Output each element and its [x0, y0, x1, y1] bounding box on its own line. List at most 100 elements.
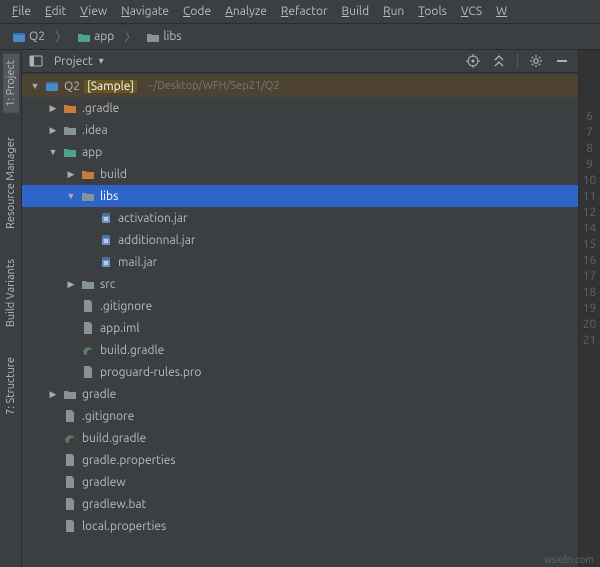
folder-grey-icon [62, 122, 78, 138]
tree-node-mail-jar[interactable]: ▶mail.jar [22, 251, 578, 273]
node-label: src [100, 278, 115, 291]
menu-analyze[interactable]: Analyze [219, 3, 273, 20]
tree-node-build-gradle[interactable]: ▶build.gradle [22, 427, 578, 449]
chevron-right-icon[interactable]: ▶ [46, 123, 60, 137]
chevron-right-icon[interactable]: ▶ [46, 387, 60, 401]
jar-icon [98, 254, 114, 270]
chevron-right-icon[interactable]: ▶ [46, 101, 60, 115]
chevron-down-icon[interactable]: ▼ [28, 79, 42, 93]
node-label: app [82, 146, 102, 159]
chevron-down-icon[interactable]: ▾ [99, 55, 104, 67]
menu-view[interactable]: View [74, 3, 113, 20]
menu-build[interactable]: Build [336, 3, 376, 20]
menu-edit[interactable]: Edit [39, 3, 72, 20]
node-label: .gradle [82, 102, 119, 115]
node-label: app.iml [100, 322, 140, 335]
line-number: 18 [583, 286, 597, 300]
node-label: build [100, 168, 127, 181]
menu-file[interactable]: File [6, 3, 37, 20]
line-number: 8 [586, 142, 593, 156]
chevron-down-icon[interactable]: ▼ [46, 145, 60, 159]
menu-run[interactable]: Run [377, 3, 410, 20]
tree-node-src[interactable]: ▶ src [22, 273, 578, 295]
tool-tab-resource-manager[interactable]: Resource Manager [3, 131, 19, 235]
project-panel-title[interactable]: Project [52, 54, 95, 69]
tree-node-gradlew[interactable]: ▶gradlew [22, 471, 578, 493]
tree-node-gradlew-bat[interactable]: ▶gradlew.bat [22, 493, 578, 515]
folder-orange-icon [62, 100, 78, 116]
node-label: gradle [82, 388, 116, 401]
breadcrumb-separator: 〉 [55, 28, 67, 45]
tree-node--gradle[interactable]: ▶ .gradle [22, 97, 578, 119]
node-label: .gitignore [100, 300, 152, 313]
editor-gutter-strip: 67891011121415161718192021 [578, 50, 600, 567]
project-view-icon [28, 53, 44, 69]
tree-node-build-gradle[interactable]: ▶build.gradle [22, 339, 578, 361]
menu-refactor[interactable]: Refactor [275, 3, 334, 20]
node-label: activation.jar [118, 212, 187, 225]
menu-tools[interactable]: Tools [412, 3, 453, 20]
line-number: 21 [583, 334, 597, 348]
gradle-icon [62, 430, 78, 446]
tree-node--idea[interactable]: ▶ .idea [22, 119, 578, 141]
breadcrumb-app[interactable]: app [73, 29, 118, 45]
folder-grey-icon [80, 276, 96, 292]
menu-w[interactable]: W [490, 3, 513, 20]
module-icon [44, 78, 60, 94]
node-label: gradlew [82, 476, 126, 489]
folder-icon [77, 30, 91, 44]
breadcrumb-q2[interactable]: Q2 [8, 29, 49, 45]
watermark-text: wsxdn.com [544, 554, 594, 565]
tree-node-proguard-rules-pro[interactable]: ▶proguard-rules.pro [22, 361, 578, 383]
folder-grey-icon [146, 30, 160, 44]
menu-navigate[interactable]: Navigate [115, 3, 175, 20]
folder-grey-icon [62, 386, 78, 402]
toolbar-divider [517, 53, 518, 69]
jar-icon [98, 210, 114, 226]
folder-grey-icon [80, 188, 96, 204]
file-icon [80, 320, 96, 336]
tree-node--gitignore[interactable]: ▶.gitignore [22, 405, 578, 427]
project-tree[interactable]: ▼Q2[Sample]~/Desktop/WFH/Sep21/Q2▶.gradl… [22, 73, 578, 567]
line-number: 10 [583, 174, 597, 188]
tree-node-activation-jar[interactable]: ▶activation.jar [22, 207, 578, 229]
props-icon [62, 452, 78, 468]
locate-icon[interactable] [465, 53, 481, 69]
line-number: 6 [586, 110, 593, 124]
tree-node-additionnal-jar[interactable]: ▶additionnal.jar [22, 229, 578, 251]
hide-icon[interactable] [554, 53, 570, 69]
tree-node-gradle[interactable]: ▶ gradle [22, 383, 578, 405]
node-label: build.gradle [100, 344, 164, 357]
module-badge: [Sample] [84, 80, 137, 93]
tree-node-app[interactable]: ▼ app [22, 141, 578, 163]
node-label: additionnal.jar [118, 234, 195, 247]
breadcrumb-libs[interactable]: libs [142, 29, 185, 45]
menu-vcs[interactable]: VCS [455, 3, 488, 20]
project-path-hint: ~/Desktop/WFH/Sep21/Q2 [147, 80, 280, 92]
tree-node-libs[interactable]: ▼ libs [22, 185, 578, 207]
tree-node-q2[interactable]: ▼Q2[Sample]~/Desktop/WFH/Sep21/Q2 [22, 75, 578, 97]
line-number: 16 [583, 254, 597, 268]
tree-node-build[interactable]: ▶ build [22, 163, 578, 185]
tool-tab-1-project[interactable]: 1: Project [3, 54, 19, 113]
tree-node--gitignore[interactable]: ▶.gitignore [22, 295, 578, 317]
project-panel-header: Project ▾ [22, 50, 578, 73]
chevron-right-icon[interactable]: ▶ [64, 277, 78, 291]
node-label: .idea [82, 124, 108, 137]
tool-tab-7-structure[interactable]: 7: Structure [3, 351, 19, 421]
node-label: gradle.properties [82, 454, 176, 467]
tree-node-gradle-properties[interactable]: ▶gradle.properties [22, 449, 578, 471]
module-icon [12, 30, 26, 44]
chevron-down-icon[interactable]: ▼ [64, 189, 78, 203]
breadcrumb-label: Q2 [29, 30, 45, 43]
node-label: libs [100, 190, 118, 203]
gear-icon[interactable] [528, 53, 544, 69]
tree-node-app-iml[interactable]: ▶app.iml [22, 317, 578, 339]
menu-code[interactable]: Code [177, 3, 217, 20]
folder-orange-icon [80, 166, 96, 182]
tool-tab-build-variants[interactable]: Build Variants [3, 253, 19, 333]
jar-icon [98, 232, 114, 248]
chevron-right-icon[interactable]: ▶ [64, 167, 78, 181]
tree-node-local-properties[interactable]: ▶local.properties [22, 515, 578, 537]
collapse-all-icon[interactable] [491, 53, 507, 69]
